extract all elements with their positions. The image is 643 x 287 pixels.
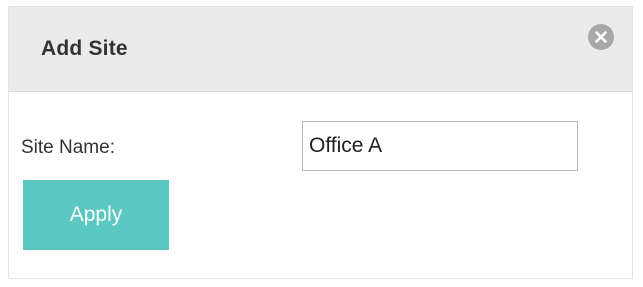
dialog-title: Add Site bbox=[41, 37, 128, 60]
site-name-label: Site Name: bbox=[21, 137, 115, 158]
dialog-header: Add Site bbox=[9, 7, 632, 92]
add-site-dialog: Add Site Site Name: Apply bbox=[8, 6, 633, 279]
site-name-input[interactable] bbox=[302, 121, 578, 171]
apply-button[interactable]: Apply bbox=[23, 180, 169, 250]
close-icon bbox=[595, 31, 607, 43]
close-button[interactable] bbox=[588, 24, 614, 50]
